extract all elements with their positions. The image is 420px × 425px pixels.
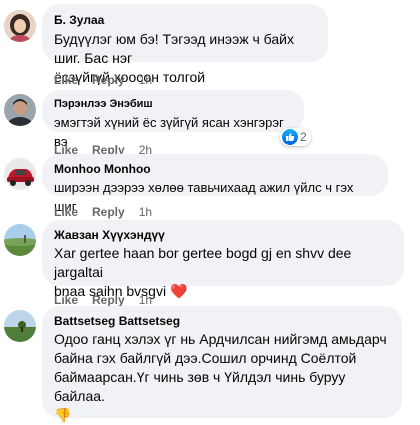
reply-button[interactable]: Reply <box>92 204 125 220</box>
landscape-avatar[interactable] <box>4 310 36 342</box>
comment-text-line: 👎 <box>54 407 72 423</box>
comment-bubble: Пэрэнлээ Энэбиш эмэгтэй хүний ёс зүйгүй … <box>42 90 304 149</box>
comment-text-line: Будүүлэг юм бэ! Тэгээд инээж ч байх шиг.… <box>54 31 294 66</box>
reaction-count-badge[interactable]: 2 <box>280 128 311 146</box>
comment-author[interactable]: Б. Зулаа <box>54 12 316 28</box>
comment-author[interactable]: Жавзан Хүүхэндүү <box>54 227 392 243</box>
comment-actions: Like Reply 1h <box>54 72 152 88</box>
reaction-count: 2 <box>300 130 307 144</box>
woman-portrait-avatar[interactable] <box>4 10 36 42</box>
comment-author[interactable]: Пэрэнлээ Энэбиш <box>54 96 292 112</box>
comment-actions: Like Reply 1h <box>54 204 152 220</box>
comment-timestamp[interactable]: 1h <box>139 72 152 88</box>
comment-author[interactable]: Battsetseg Battsetseg <box>54 313 390 329</box>
comment-bubble: Monhoo Monhoo ширээн дээрээ хөлөө тавьчи… <box>42 154 388 214</box>
comment-bubble: Б. Зулаа Будүүлэг юм бэ! Тэгээд инээж ч … <box>42 4 328 85</box>
comment-timestamp[interactable]: 1h <box>139 204 152 220</box>
comment-text-line: баймаарсан.Үг чинь зөв ч Үйлдэл чинь бур… <box>54 369 346 404</box>
like-button[interactable]: Like <box>54 72 78 88</box>
red-car-avatar[interactable] <box>4 158 36 190</box>
thumbs-up-icon <box>282 129 298 145</box>
comment-author[interactable]: Monhoo Monhoo <box>54 161 376 177</box>
comment-bubble: Жавзан Хүүхэндүү Xar gertee haan bor ger… <box>42 220 404 299</box>
comment-bubble: Battsetseg Battsetseg Одоо ганц хэлэх үг… <box>42 306 402 423</box>
comment-text-line: байна гэх байлгүй дээ.Сошил орчинд Соёлт… <box>54 350 357 366</box>
comment-text-line: Одоо ганц хэлэх үг нь Ардчилсан нийгэмд … <box>54 331 387 347</box>
landscape-avatar[interactable] <box>4 224 36 256</box>
man-portrait-avatar[interactable] <box>4 94 36 126</box>
like-button[interactable]: Like <box>54 204 78 220</box>
comment-text-line: Xar gertee haan bor gertee bogd gj en sh… <box>54 245 352 280</box>
reply-button[interactable]: Reply <box>92 72 125 88</box>
